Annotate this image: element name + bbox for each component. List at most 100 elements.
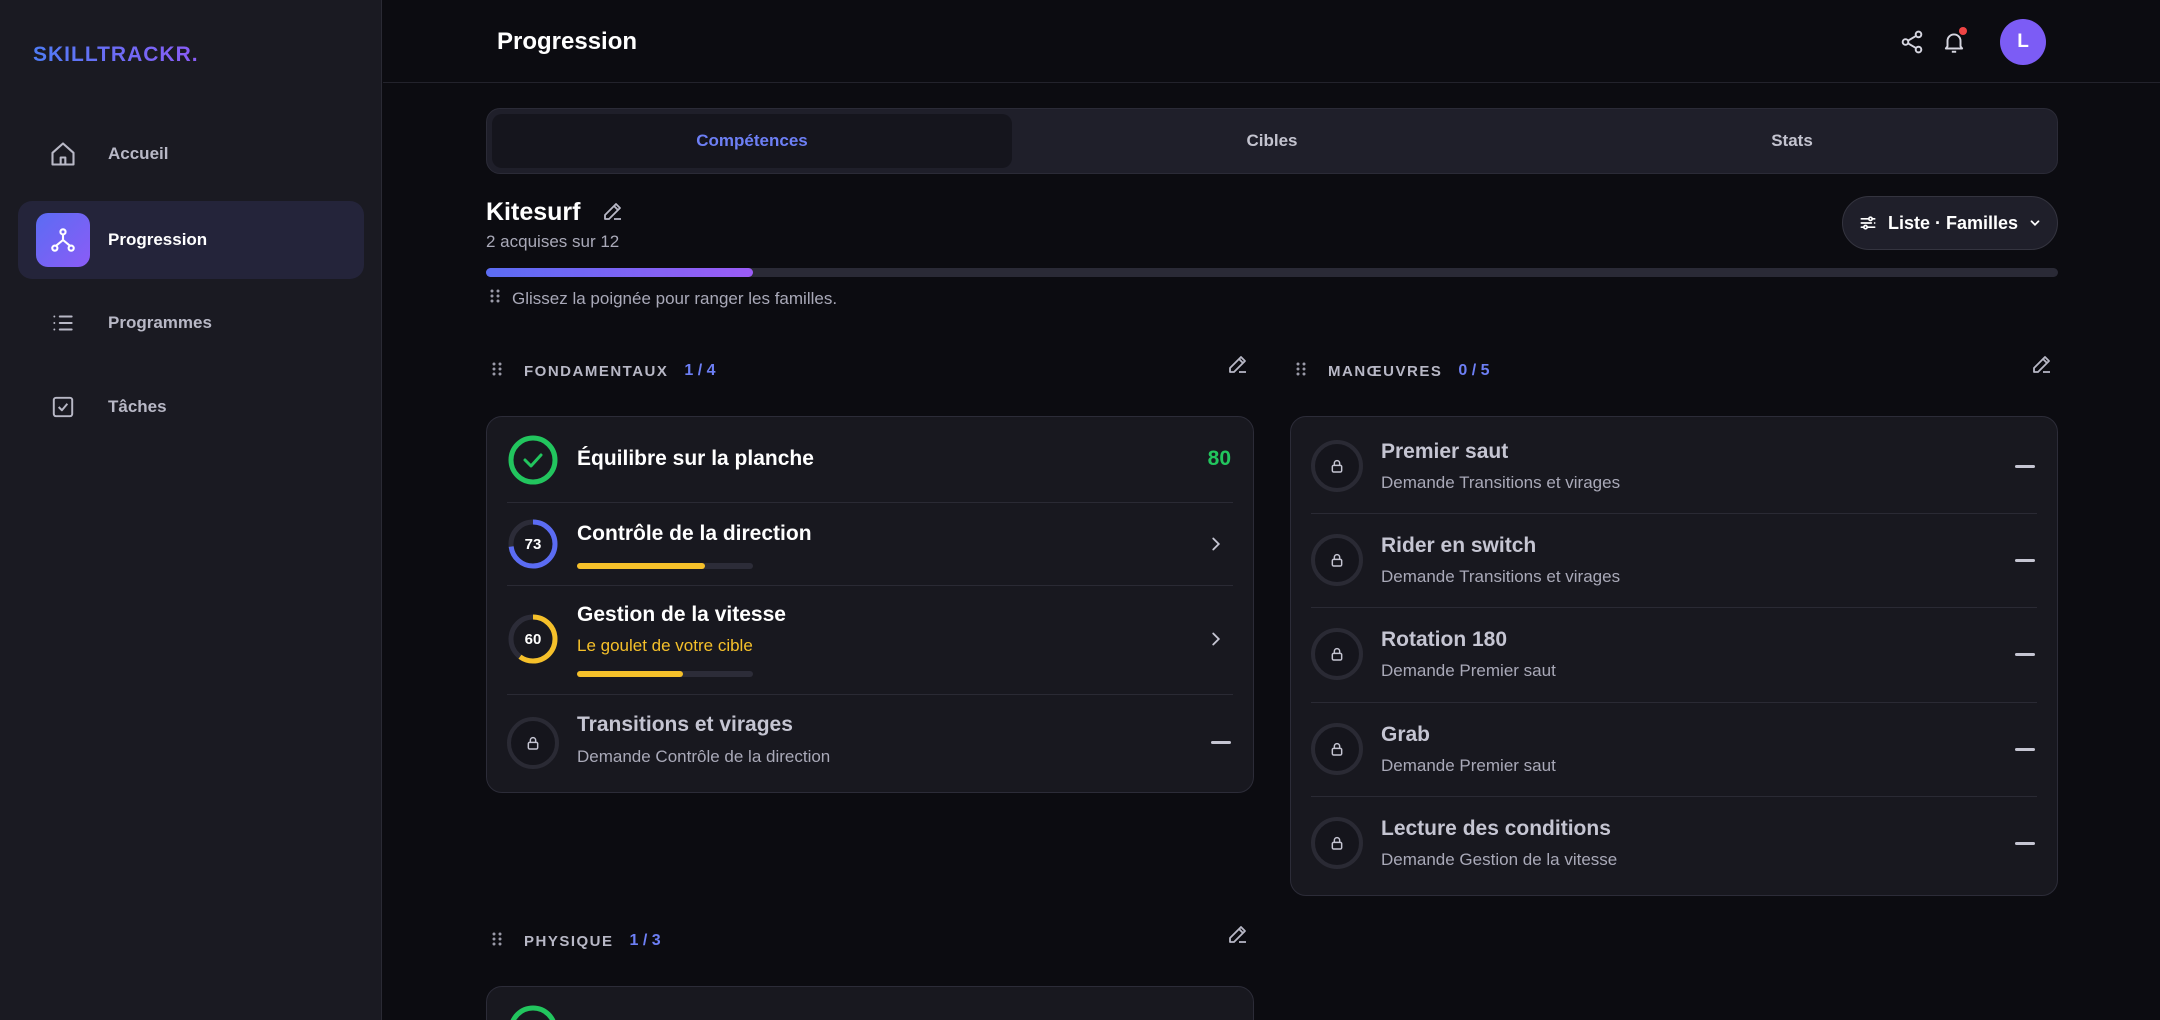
skill-requirement: Demande Contrôle de la direction	[577, 747, 831, 766]
family-name: MANŒUVRES	[1328, 362, 1443, 380]
lock-icon	[1311, 534, 1363, 586]
list-icon	[36, 296, 90, 350]
tab-cibles[interactable]: Cibles	[1012, 114, 1532, 168]
check-circle-icon	[510, 1005, 556, 1020]
skill-row[interactable]: Rider en switch Demande Transitions et v…	[1311, 514, 2037, 608]
view-mode-label: Liste · Familles	[1887, 212, 2019, 233]
skill-name: Gestion de la vitesse	[577, 603, 786, 626]
skill-row[interactable]: Transitions et virages Demande Contrôle …	[507, 695, 1233, 793]
family-header-fondamentaux: FONDAMENTAUX 1 / 4	[492, 356, 716, 386]
sidebar-item-taches[interactable]: Tâches	[18, 368, 364, 446]
sidebar-item-label: Progression	[108, 230, 208, 249]
drag-handle-icon[interactable]	[1296, 361, 1306, 382]
skill-name: Équilibre sur la planche	[577, 447, 814, 470]
tab-bar: Compétences Cibles Stats	[486, 108, 2058, 174]
skill-row[interactable]: Premier saut Demande Transitions et vira…	[1311, 417, 2037, 514]
family-header-physique: PHYSIQUE 1 / 3	[492, 926, 661, 956]
skill-row[interactable]: Rotation 180 Demande Premier saut	[1311, 608, 2037, 703]
sidebar: SKILLTRACKR. Accueil Progression Program…	[0, 0, 382, 1020]
skill-name: Rotation 180	[1381, 628, 1508, 651]
sliders-icon	[1860, 216, 1876, 230]
minus-icon	[2015, 748, 2035, 751]
lock-icon	[1311, 628, 1363, 680]
family-count: 1 / 4	[684, 362, 716, 379]
sport-progress-fill	[486, 268, 754, 277]
skill-name: Transitions et virages	[577, 713, 793, 736]
page-title: Progression	[497, 28, 638, 55]
skill-requirement: Demande Gestion de la vitesse	[1381, 850, 1618, 869]
family-count: 0 / 5	[1458, 362, 1490, 379]
skill-progress-bar	[577, 563, 753, 569]
skill-requirement: Demande Premier saut	[1381, 661, 1556, 680]
family-card-physique	[486, 986, 1254, 1020]
family-count: 1 / 3	[629, 932, 661, 949]
sidebar-item-programmes[interactable]: Programmes	[18, 284, 364, 362]
drag-hint: Glissez la poignée pour ranger les famil…	[490, 288, 837, 309]
tree-icon	[36, 213, 90, 267]
minus-icon	[2015, 559, 2035, 562]
pencil-icon[interactable]	[601, 199, 625, 228]
topbar: Progression L	[383, 0, 2160, 83]
sidebar-item-progression[interactable]: Progression	[18, 201, 364, 279]
skill-requirement: Demande Transitions et virages	[1381, 473, 1621, 492]
notification-dot	[1959, 27, 1967, 35]
tab-competences[interactable]: Compétences	[492, 114, 1012, 168]
minus-icon	[2015, 842, 2035, 845]
sport-progress-bar	[486, 268, 2058, 277]
skill-row[interactable]: Grab Demande Premier saut	[1311, 703, 2037, 797]
skill-progress-bar	[577, 671, 753, 677]
skill-row[interactable]: 73 Contrôle de la direction	[507, 503, 1233, 586]
skill-level: 60	[524, 630, 542, 648]
skill-row[interactable]: Lecture des conditions Demande Gestion d…	[1311, 797, 2037, 895]
skill-row[interactable]: 60 Gestion de la vitesse Le goulet de vo…	[507, 586, 1233, 695]
share-icon[interactable]	[1892, 22, 1932, 62]
checkbox-icon	[36, 380, 90, 434]
bell-icon[interactable]	[1934, 22, 1974, 62]
skill-name: Lecture des conditions	[1381, 817, 1611, 840]
chevron-right-icon[interactable]	[1205, 533, 1227, 560]
skill-requirement: Demande Transitions et virages	[1381, 567, 1621, 586]
lock-icon	[1311, 817, 1363, 869]
grip-icon	[490, 288, 500, 309]
skill-name: Rider en switch	[1381, 534, 1537, 557]
skill-name: Grab	[1381, 723, 1431, 746]
pencil-icon[interactable]	[2030, 352, 2054, 381]
skill-name: Premier saut	[1381, 440, 1509, 463]
chevron-down-icon	[2030, 220, 2040, 226]
tab-stats[interactable]: Stats	[1532, 114, 2052, 168]
skill-target-note: Le goulet de votre cible	[577, 636, 753, 655]
family-header-manoeuvres: MANŒUVRES 0 / 5	[1296, 356, 1489, 386]
family-name: FONDAMENTAUX	[524, 362, 669, 380]
pencil-icon[interactable]	[1226, 922, 1250, 951]
drag-handle-icon[interactable]	[492, 361, 502, 382]
drag-handle-icon[interactable]	[492, 931, 502, 952]
lock-icon	[1311, 723, 1363, 775]
drag-hint-text: Glissez la poignée pour ranger les famil…	[512, 288, 838, 308]
minus-icon	[2015, 653, 2035, 656]
family-name: PHYSIQUE	[524, 932, 614, 950]
lock-icon	[1311, 440, 1363, 492]
sidebar-item-label: Programmes	[108, 313, 212, 332]
skill-name: Contrôle de la direction	[577, 522, 812, 545]
minus-icon	[1211, 741, 1231, 744]
lock-icon	[507, 717, 559, 769]
sport-title: Kitesurf	[486, 198, 581, 226]
skill-row[interactable]: Équilibre sur la planche 80	[507, 417, 1233, 503]
skill-level: 73	[524, 535, 542, 553]
sport-progress-text: 2 acquises sur 12	[486, 232, 620, 251]
family-card-fondamentaux: Équilibre sur la planche 80 73 Contrôle …	[486, 416, 1254, 793]
minus-icon	[2015, 465, 2035, 468]
family-card-manoeuvres: Premier saut Demande Transitions et vira…	[1290, 416, 2058, 896]
view-mode-button[interactable]: Liste · Familles	[1842, 196, 2058, 250]
skill-requirement: Demande Premier saut	[1381, 756, 1556, 775]
chevron-right-icon[interactable]	[1205, 628, 1227, 655]
skill-score: 80	[1207, 447, 1231, 470]
pencil-icon[interactable]	[1226, 352, 1250, 381]
avatar[interactable]: L	[2000, 19, 2046, 65]
check-circle-icon	[508, 435, 558, 485]
sidebar-item-label: Accueil	[108, 144, 169, 163]
app-logo[interactable]: SKILLTRACKR.	[33, 43, 199, 67]
sidebar-item-accueil[interactable]: Accueil	[18, 115, 364, 193]
sidebar-item-label: Tâches	[108, 397, 167, 416]
home-icon	[36, 127, 90, 181]
